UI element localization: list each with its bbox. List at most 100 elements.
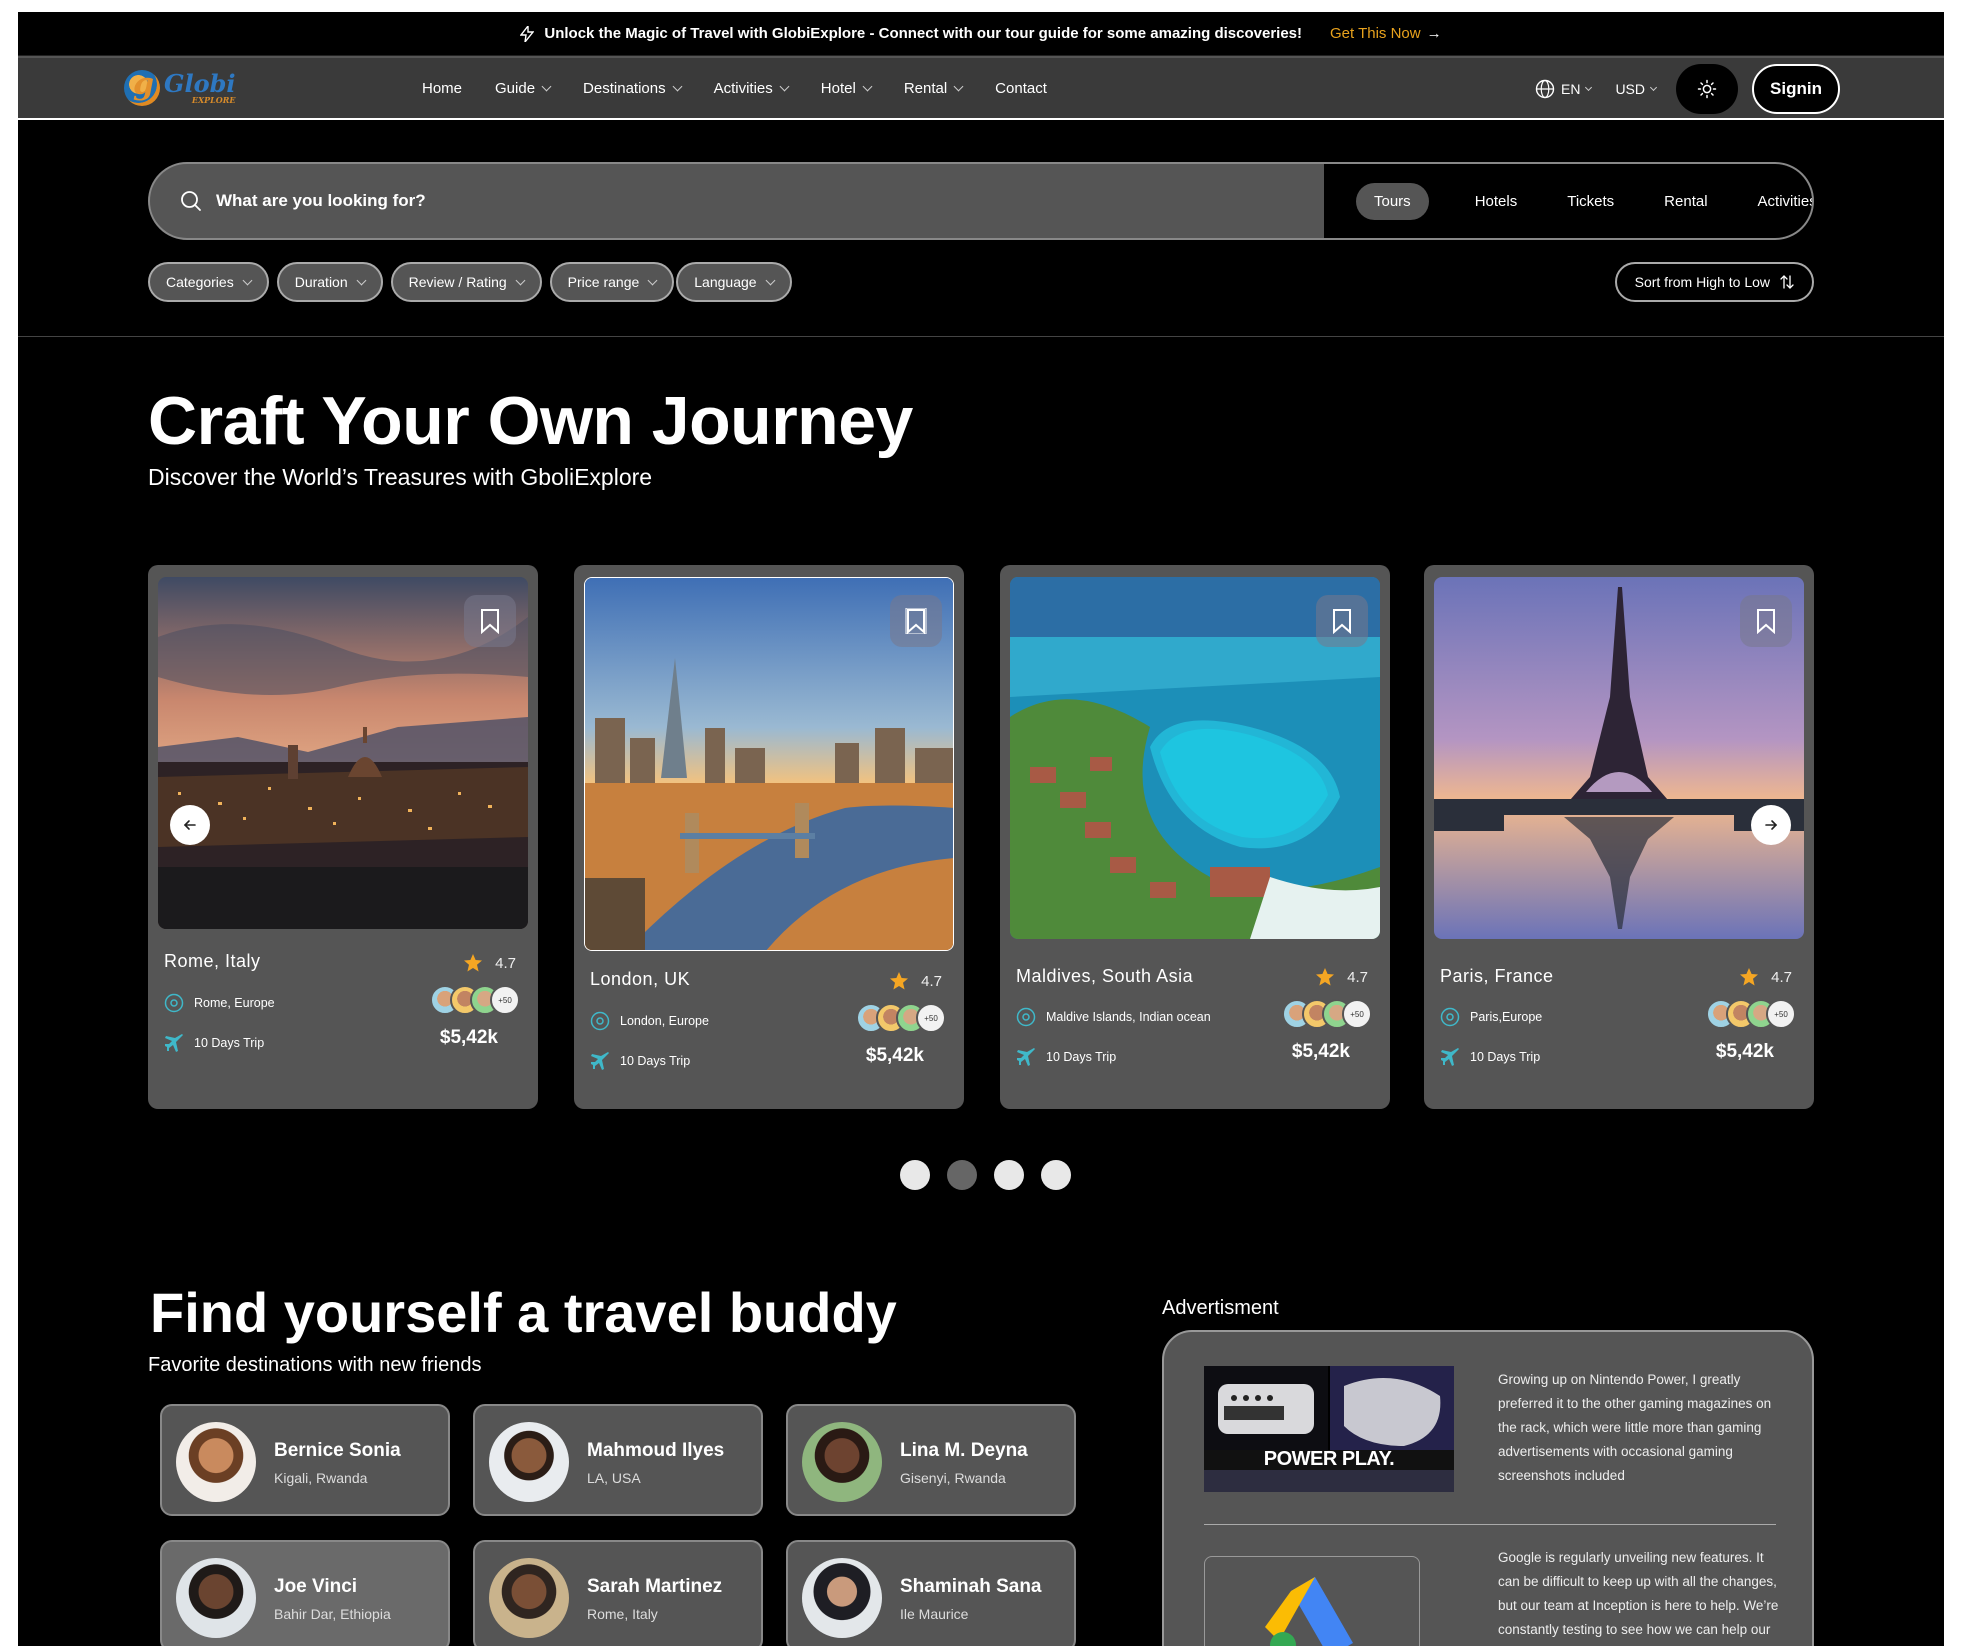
tour-duration: 10 Days Trip	[1016, 1047, 1116, 1067]
arrow-right-icon	[1765, 820, 1778, 830]
carousel-prev-button[interactable]	[170, 805, 210, 845]
buddy-card[interactable]: Bernice Sonia Kigali, Rwanda	[160, 1404, 450, 1516]
filter-duration[interactable]: Duration	[276, 262, 383, 302]
buddy-name: Bernice Sonia	[274, 1440, 401, 1461]
tour-name: Paris, France	[1440, 966, 1554, 986]
tour-card[interactable]: London, UK 4.7 London, Europe +50 10 Day…	[574, 565, 964, 1109]
ad-image-google-ads[interactable]	[1204, 1556, 1420, 1646]
buddy-card[interactable]: Mahmoud Ilyes LA, USA	[473, 1404, 763, 1516]
location-pin-icon	[1440, 1007, 1460, 1027]
hero-title: Craft Your Own Journey	[148, 383, 913, 459]
nav-home[interactable]: Home	[422, 80, 462, 97]
star-icon	[464, 954, 483, 972]
chevron-down-icon	[242, 275, 253, 285]
airplane-icon	[165, 1034, 183, 1052]
carousel-next-button[interactable]	[1751, 805, 1791, 845]
tour-card[interactable]: Rome, Italy 4.7 Rome, Europe +50 10 Days…	[148, 565, 538, 1109]
currency-select[interactable]: USD	[1615, 81, 1658, 97]
buddy-card[interactable]: Lina M. Deyna Gisenyi, Rwanda	[786, 1404, 1076, 1516]
buddy-card[interactable]: Joe Vinci Bahir Dar, Ethiopia	[160, 1540, 450, 1646]
arrow-left-icon	[183, 820, 196, 830]
globi-explore-logo[interactable]: Globi EXPLORE	[124, 67, 236, 106]
carousel-dot-active[interactable]	[947, 1160, 977, 1190]
logo-subword: EXPLORE	[191, 95, 236, 105]
ad-image-power-play[interactable]: POWER PLAY.	[1204, 1366, 1454, 1492]
search-category-tabs: Tours Hotels Tickets Rental Activities	[1324, 164, 1812, 238]
buddy-section-title: Find yourself a travel buddy	[150, 1281, 897, 1344]
search-input[interactable]: What are you looking for?	[150, 164, 1324, 238]
get-this-now-link[interactable]: Get This Now →	[1330, 25, 1442, 42]
nav-rental[interactable]: Rental	[904, 80, 964, 97]
nav-destinations[interactable]: Destinations	[583, 80, 683, 97]
tour-name: Maldives, South Asia	[1016, 966, 1194, 986]
announcement-text: Unlock the Magic of Travel with GlobiExp…	[544, 25, 1303, 42]
nav-guide[interactable]: Guide	[495, 80, 552, 97]
tour-location: Maldive Islands, Indian ocean	[1016, 1007, 1211, 1027]
globe-icon	[1535, 79, 1555, 99]
carousel-dot[interactable]	[994, 1160, 1024, 1190]
advertisement-panel: POWER PLAY. Growing up on Nintendo Power…	[1162, 1330, 1814, 1646]
avatar	[802, 1558, 882, 1638]
filter-price-range[interactable]: Price range	[549, 262, 675, 302]
tab-tickets[interactable]: Tickets	[1549, 183, 1632, 220]
tab-hotels[interactable]: Hotels	[1457, 183, 1536, 220]
buddy-location: LA, USA	[587, 1470, 641, 1486]
chevron-down-icon	[647, 275, 658, 285]
tab-tours[interactable]: Tours	[1356, 182, 1429, 220]
tour-name: Rome, Italy	[164, 951, 261, 971]
buddy-card[interactable]: Shaminah Sana Ile Maurice	[786, 1540, 1076, 1646]
hero-subtitle: Discover the World’s Treasures with Gbol…	[148, 464, 653, 490]
bookmark-button[interactable]	[1316, 595, 1368, 647]
tour-rating: 4.7	[1739, 967, 1792, 987]
airplane-icon	[591, 1052, 609, 1070]
tour-price: $5,42k	[865, 1045, 924, 1066]
bookmark-button[interactable]	[890, 595, 942, 647]
nav-right-controls: EN USD Signin	[1535, 64, 1840, 114]
bookmark-icon	[1333, 609, 1351, 634]
airplane-icon	[1441, 1048, 1459, 1066]
sort-button[interactable]: Sort from High to Low	[1614, 262, 1814, 302]
chevron-down-icon	[356, 275, 367, 285]
chevron-down-icon	[672, 81, 683, 91]
buddy-card[interactable]: Sarah Martinez Rome, Italy	[473, 1540, 763, 1646]
tour-duration: 10 Days Trip	[164, 1033, 264, 1053]
buddy-location: Rome, Italy	[587, 1606, 658, 1622]
carousel-dot[interactable]	[1041, 1160, 1071, 1190]
theme-toggle-button[interactable]	[1676, 64, 1738, 114]
buddy-name: Lina M. Deyna	[900, 1440, 1028, 1461]
tab-rental[interactable]: Rental	[1646, 183, 1725, 220]
filter-categories[interactable]: Categories	[148, 262, 269, 302]
carousel-pagination	[900, 1160, 1071, 1190]
bookmark-button[interactable]	[1740, 595, 1792, 647]
search-icon	[181, 191, 201, 211]
traveler-avatars: +50	[430, 985, 520, 1015]
filter-language[interactable]: Language	[676, 262, 792, 302]
nav-activities[interactable]: Activities	[714, 80, 790, 97]
main-menu: Home Guide Destinations Activities Hotel…	[422, 58, 1080, 118]
traveler-avatars: +50	[1706, 999, 1796, 1029]
chevron-down-icon	[862, 81, 873, 91]
lightning-icon	[520, 25, 535, 42]
google-ads-logo-icon	[1265, 1577, 1353, 1646]
tour-rating: 4.7	[463, 953, 516, 973]
buddy-section-subtitle: Favorite destinations with new friends	[148, 1354, 482, 1376]
bookmark-icon	[905, 608, 927, 634]
tab-activities[interactable]: Activities	[1740, 183, 1812, 220]
tour-duration: 10 Days Trip	[1440, 1047, 1540, 1067]
carousel-dot[interactable]	[900, 1160, 930, 1190]
announcement-bar: Unlock the Magic of Travel with GlobiExp…	[18, 12, 1944, 56]
tour-price: $5,42k	[439, 1027, 498, 1048]
nav-hotel[interactable]: Hotel	[821, 80, 873, 97]
sort-arrows-icon	[1780, 275, 1794, 289]
tour-card[interactable]: Maldives, South Asia 4.7 Maldive Islands…	[1000, 565, 1390, 1109]
signin-button[interactable]: Signin	[1752, 64, 1840, 114]
search-placeholder: What are you looking for?	[216, 191, 426, 210]
language-select[interactable]: EN	[1535, 79, 1593, 99]
bookmark-button[interactable]	[464, 595, 516, 647]
buddy-location: Gisenyi, Rwanda	[900, 1470, 1006, 1486]
location-pin-icon	[1016, 1007, 1036, 1027]
filter-review-rating[interactable]: Review / Rating	[390, 262, 542, 302]
traveler-avatars: +50	[1282, 999, 1372, 1029]
traveler-avatars: +50	[856, 1003, 946, 1033]
nav-contact[interactable]: Contact	[995, 80, 1047, 97]
